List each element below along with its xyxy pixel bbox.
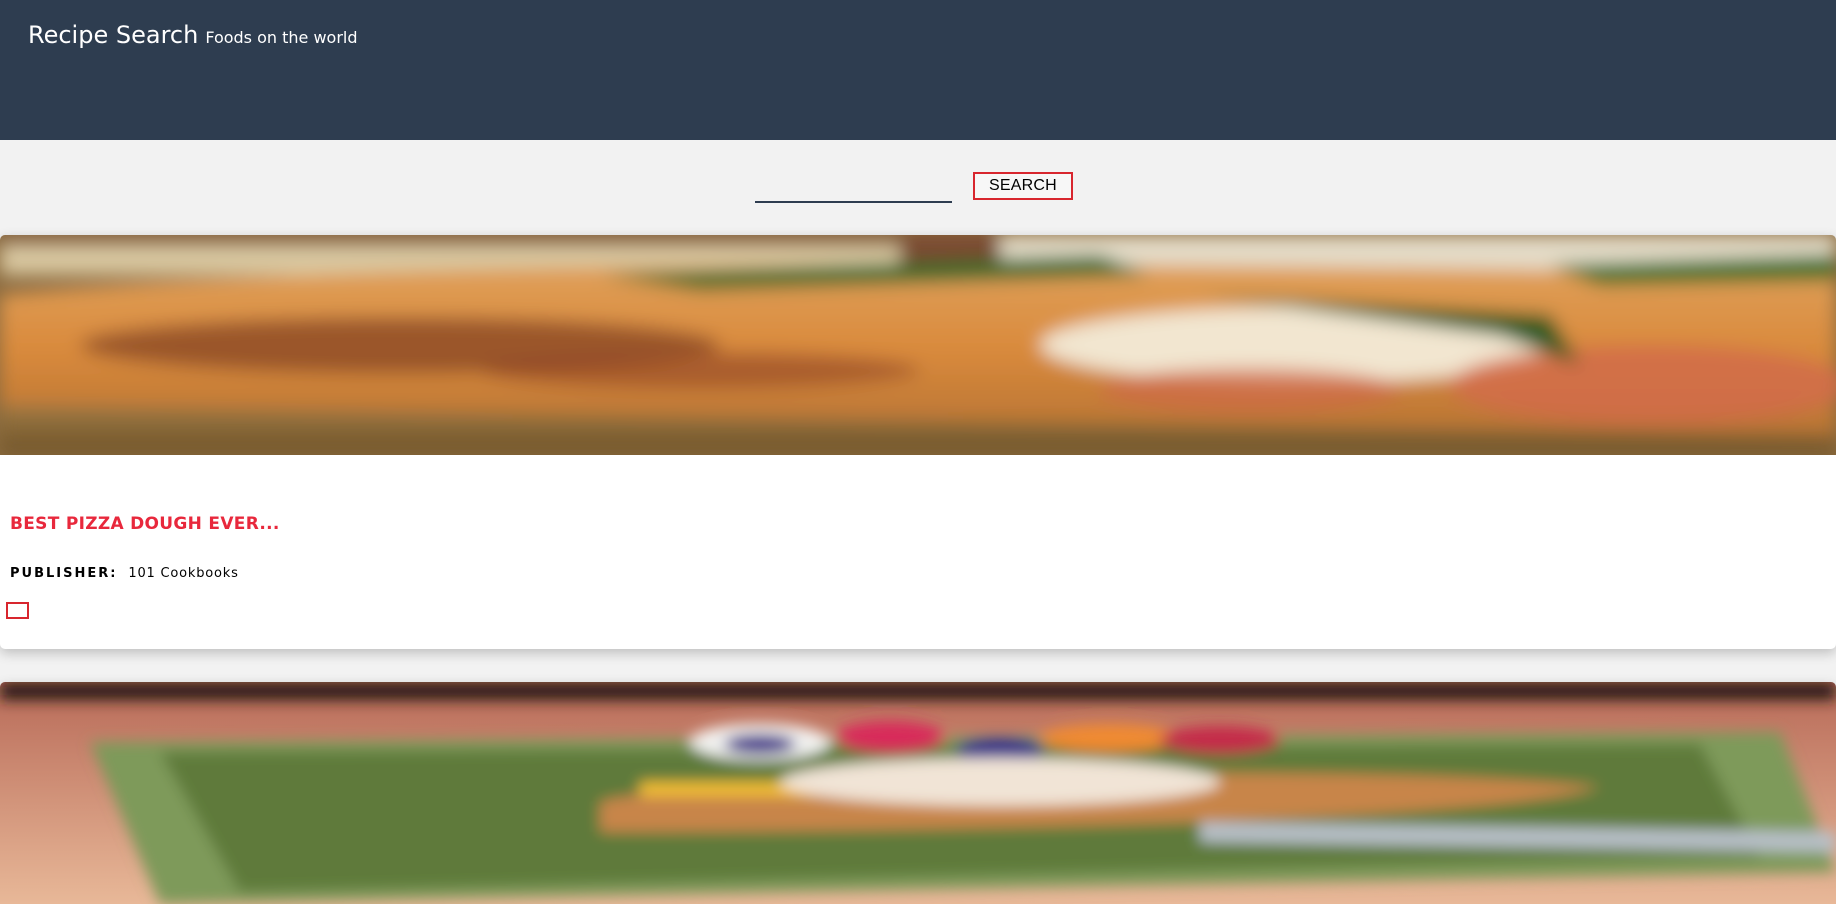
dessert-photo [0,682,1836,904]
brand: Recipe Search Foods on the world [28,21,358,49]
publisher-name: 101 Cookbooks [128,566,239,581]
recipe-image-dessert[interactable] [0,682,1836,904]
publisher-label: PUBLISHER: [10,566,118,581]
app-title[interactable]: Recipe Search [28,21,198,49]
recipe-card[interactable]: Best Pizza Dough Ever... PUBLISHER: 101 … [0,235,1836,649]
recipe-title[interactable]: Best Pizza Dough Ever... [10,514,280,534]
recipe-publisher: PUBLISHER: 101 Cookbooks [10,566,239,581]
app-subtitle: Foods on the world [205,28,358,47]
app-header: Recipe Search Foods on the world [0,0,1836,140]
recipe-details-button[interactable] [6,602,29,619]
pizza-photo [0,235,1836,455]
search-input[interactable] [755,172,952,203]
search-button[interactable]: SEARCH [973,172,1073,200]
recipe-image-pizza[interactable] [0,235,1836,455]
recipe-card[interactable] [0,682,1836,905]
